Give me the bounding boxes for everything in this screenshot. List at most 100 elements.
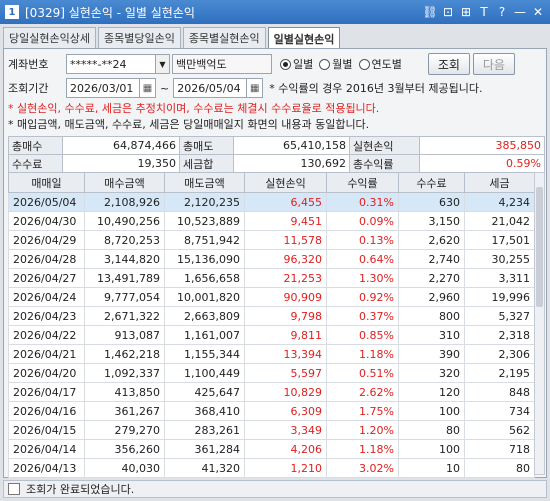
- end-date-field[interactable]: 2026/05/04: [173, 78, 248, 98]
- tab-stock-realized[interactable]: 종목별실현손익: [182, 27, 266, 48]
- table-cell: 1,092,337: [84, 363, 165, 383]
- tab-daily-detail[interactable]: 당일실현손익상세: [3, 27, 96, 48]
- table-cell: 17,501: [464, 230, 535, 250]
- column-header[interactable]: 매도금액: [164, 172, 245, 193]
- link-icon[interactable]: ⛓: [422, 3, 438, 20]
- table-cell: 913,087: [84, 325, 165, 345]
- table-row[interactable]: 2026/04/16 361,267 368,410 6,309 1.75% 100 734: [8, 401, 535, 421]
- table-cell: 1.30%: [326, 268, 399, 288]
- calendar-icon[interactable]: ▦: [140, 78, 156, 98]
- table-cell: 2,306: [464, 344, 535, 364]
- table-row[interactable]: 2026/04/13 40,030 41,320 1,210 3.02% 10 80: [8, 458, 535, 478]
- table-cell: 2.62%: [326, 382, 399, 402]
- table-cell: 2026/04/13: [8, 458, 85, 478]
- table-cell: 2026/04/16: [8, 401, 85, 421]
- column-header[interactable]: 매매일: [8, 172, 85, 193]
- table-row[interactable]: 2026/04/15 279,270 283,261 3,349 1.20% 80 562: [8, 420, 535, 440]
- table-row[interactable]: 2026/04/30 10,490,256 10,523,889 9,451 0.09%…: [8, 211, 535, 231]
- table-cell: 90,909: [244, 287, 327, 307]
- table-cell: 0.51%: [326, 363, 399, 383]
- table-cell: 1.18%: [326, 439, 399, 459]
- table-row[interactable]: 2026/05/04 2,108,926 2,120,235 6,455 0.31% 63…: [8, 192, 535, 212]
- table-cell: 9,777,054: [84, 287, 165, 307]
- radio-daily[interactable]: 일별: [280, 56, 313, 72]
- table-cell: 10,001,820: [164, 287, 245, 307]
- calendar-icon[interactable]: ▦: [247, 78, 264, 98]
- font-size-icon[interactable]: T: [476, 3, 492, 20]
- table-cell: 10: [398, 458, 465, 478]
- table-cell: 2,120,235: [164, 192, 245, 212]
- column-header[interactable]: 수수료: [398, 172, 465, 193]
- table-row[interactable]: 2026/04/29 8,720,253 8,751,942 11,578 0.13% 2…: [8, 230, 535, 250]
- scrollbar-thumb[interactable]: [536, 187, 543, 307]
- column-header[interactable]: 실현손익: [244, 172, 327, 193]
- minimize-icon[interactable]: —: [512, 3, 528, 20]
- table-cell: 100: [398, 439, 465, 459]
- next-button[interactable]: 다음: [472, 53, 515, 75]
- account-number-field[interactable]: *****-**24: [66, 54, 156, 74]
- total-buy-label: 총매수: [8, 136, 63, 155]
- table-cell: 413,850: [84, 382, 165, 402]
- pin-icon[interactable]: ⊡: [440, 3, 456, 20]
- table-cell: 8,720,253: [84, 230, 165, 250]
- table-cell: 0.13%: [326, 230, 399, 250]
- table-row[interactable]: 2026/04/28 3,144,820 15,136,090 96,320 0.64%…: [8, 249, 535, 269]
- table-cell: 10,523,889: [164, 211, 245, 231]
- table-body: 2026/05/04 2,108,926 2,120,235 6,455 0.31% 63…: [8, 192, 535, 478]
- radio-yearly-dot: [358, 58, 370, 70]
- table-header-row: 매매일 매수금액 매도금액 실현손익 수익률 수수료 세금: [8, 172, 535, 193]
- table-cell: 3,144,820: [84, 249, 165, 269]
- column-header[interactable]: 수익률: [326, 172, 399, 193]
- daily-realized-table: 매매일 매수금액 매도금액 실현손익 수익률 수수료 세금 2026/05/04 2,108,…: [8, 172, 535, 478]
- table-cell: 6,309: [244, 401, 327, 421]
- table-cell: 2,318: [464, 325, 535, 345]
- radio-monthly[interactable]: 월별: [319, 56, 353, 72]
- table-cell: 80: [398, 420, 465, 440]
- start-date-field[interactable]: 2026/03/01: [66, 78, 140, 98]
- table-cell: 0.37%: [326, 306, 399, 326]
- tab-daily-realized[interactable]: 일별실현손익: [267, 27, 341, 49]
- radio-daily-label: 일별: [293, 58, 314, 71]
- table-row[interactable]: 2026/04/24 9,777,054 10,001,820 90,909 0.92%…: [8, 287, 535, 307]
- table-cell: 2026/04/21: [8, 344, 85, 364]
- table-row[interactable]: 2026/04/17 413,850 425,647 10,829 2.62% 120 84…: [8, 382, 535, 402]
- table-cell: 40,030: [84, 458, 165, 478]
- table-cell: 9,811: [244, 325, 327, 345]
- title-bar: 1 [0329] 실현손익 - 일별 실현손익 ⛓ ⊡ ⊞ T ? — ✕: [0, 0, 550, 24]
- table-row[interactable]: 2026/04/20 1,092,337 1,100,449 5,597 0.51% 32…: [8, 363, 535, 383]
- vertical-scrollbar[interactable]: [534, 172, 545, 475]
- tab-stock-daily[interactable]: 종목별당일손익: [97, 27, 181, 48]
- column-header[interactable]: 세금: [464, 172, 535, 193]
- table-cell: 361,267: [84, 401, 165, 421]
- table-row[interactable]: 2026/04/27 13,491,789 1,656,658 21,253 1.30%…: [8, 268, 535, 288]
- account-dropdown-button[interactable]: ▼: [156, 54, 170, 74]
- column-header[interactable]: 매수금액: [84, 172, 165, 193]
- table-cell: 2026/04/22: [8, 325, 85, 345]
- table-cell: 361,284: [164, 439, 245, 459]
- close-icon[interactable]: ✕: [530, 3, 546, 20]
- radio-monthly-dot: [319, 58, 331, 70]
- help-icon[interactable]: ?: [494, 3, 510, 20]
- table-cell: 21,042: [464, 211, 535, 231]
- radio-yearly[interactable]: 연도별: [358, 56, 402, 72]
- table-cell: 4,206: [244, 439, 327, 459]
- settings-icon[interactable]: ⊞: [458, 3, 474, 20]
- table-cell: 848: [464, 382, 535, 402]
- table-cell: 425,647: [164, 382, 245, 402]
- table-cell: 0.92%: [326, 287, 399, 307]
- table-cell: 5,597: [244, 363, 327, 383]
- table-cell: 2,108,926: [84, 192, 165, 212]
- table-cell: 1.18%: [326, 344, 399, 364]
- table-cell: 562: [464, 420, 535, 440]
- table-cell: 279,270: [84, 420, 165, 440]
- table-cell: 1.20%: [326, 420, 399, 440]
- table-cell: 1,656,658: [164, 268, 245, 288]
- table-row[interactable]: 2026/04/22 913,087 1,161,007 9,811 0.85% 310 2…: [8, 325, 535, 345]
- table-row[interactable]: 2026/04/14 356,260 361,284 4,206 1.18% 100 718: [8, 439, 535, 459]
- search-button[interactable]: 조회: [427, 53, 470, 75]
- table-row[interactable]: 2026/04/23 2,671,322 2,663,809 9,798 0.37% 80…: [8, 306, 535, 326]
- table-cell: 8,751,942: [164, 230, 245, 250]
- table-row[interactable]: 2026/04/21 1,462,218 1,155,344 13,394 1.18% 3…: [8, 344, 535, 364]
- table-cell: 3,150: [398, 211, 465, 231]
- table-cell: 1,100,449: [164, 363, 245, 383]
